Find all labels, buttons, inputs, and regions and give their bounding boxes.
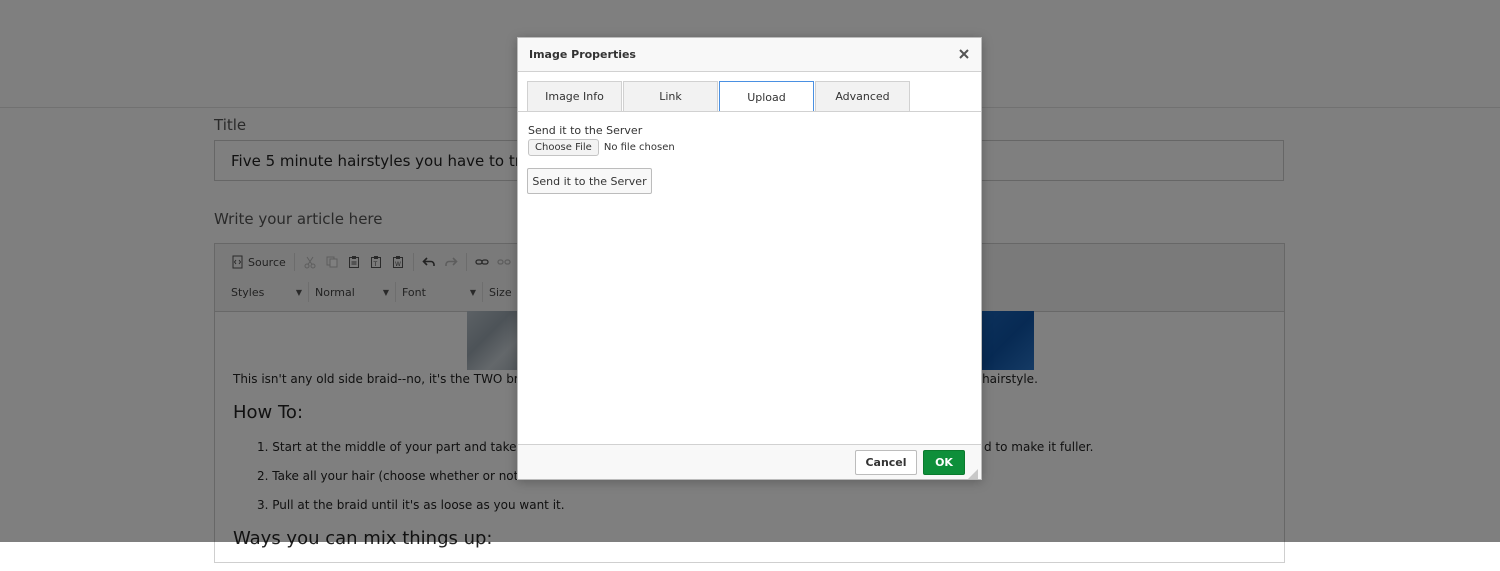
dialog-tabs: Image Info Link Upload Advanced: [527, 81, 911, 112]
resize-grip-icon[interactable]: [968, 466, 978, 479]
tab-upload[interactable]: Upload: [719, 81, 814, 112]
close-icon[interactable]: [957, 47, 971, 61]
ok-button[interactable]: OK: [923, 450, 965, 475]
tab-link[interactable]: Link: [623, 81, 718, 111]
dialog-footer: Cancel OK: [518, 444, 981, 479]
file-status: No file chosen: [603, 142, 675, 153]
send-to-server-button[interactable]: Send it to the Server: [527, 168, 652, 194]
cancel-button[interactable]: Cancel: [855, 450, 917, 475]
file-input[interactable]: Choose File No file chosen: [528, 139, 675, 156]
image-properties-dialog: Image Properties Image Info Link Upload …: [517, 37, 982, 480]
dialog-title: Image Properties: [529, 48, 636, 61]
upload-label: Send it to the Server: [528, 124, 643, 137]
dialog-title-bar[interactable]: Image Properties: [518, 38, 981, 72]
choose-file-button[interactable]: Choose File: [528, 139, 599, 156]
tab-advanced[interactable]: Advanced: [815, 81, 910, 111]
tab-divider: [518, 111, 981, 112]
tab-image-info[interactable]: Image Info: [527, 81, 622, 111]
